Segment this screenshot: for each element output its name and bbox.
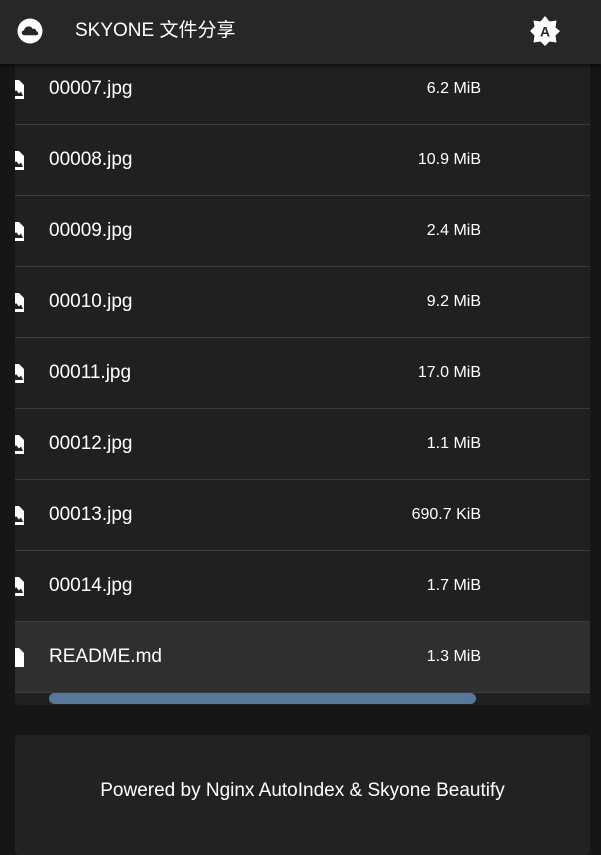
image-file-icon xyxy=(15,435,24,454)
file-size: 1.7 MiB xyxy=(426,577,481,594)
file-size: 1.3 MiB xyxy=(426,648,481,665)
file-name[interactable]: 00014.jpg xyxy=(49,574,132,598)
file-name[interactable]: 00009.jpg xyxy=(49,219,132,243)
footer: Powered by Nginx AutoIndex & Skyone Beau… xyxy=(15,735,590,855)
image-file-icon xyxy=(15,364,24,383)
theme-letter: A xyxy=(540,24,550,40)
file-name[interactable]: 00010.jpg xyxy=(49,290,132,314)
image-file-icon xyxy=(15,80,24,99)
file-size: 6.2 MiB xyxy=(426,80,481,97)
file-name[interactable]: 00008.jpg xyxy=(49,148,132,172)
file-size: 9.2 MiB xyxy=(426,293,481,310)
file-row[interactable]: README.md 1.3 MiB xyxy=(15,622,590,693)
file-list: 00007.jpg 6.2 MiB 00008.jpg 10.9 MiB 00009.j… xyxy=(15,54,590,705)
file-size: 2.4 MiB xyxy=(426,222,481,239)
file-row[interactable]: 00011.jpg 17.0 MiB xyxy=(15,338,590,409)
file-row[interactable]: 00014.jpg 1.7 MiB xyxy=(15,551,590,622)
horizontal-scrollbar[interactable] xyxy=(49,693,476,704)
app-bar: SKYONE 文件分享 A xyxy=(0,0,601,64)
cloud-icon[interactable] xyxy=(16,18,44,44)
file-row[interactable]: 00012.jpg 1.1 MiB xyxy=(15,409,590,480)
file-size: 10.9 MiB xyxy=(417,151,481,168)
file-size: 1.1 MiB xyxy=(426,435,481,452)
document-file-icon xyxy=(15,648,24,667)
page-title: SKYONE 文件分享 xyxy=(75,20,236,41)
file-name[interactable]: 00013.jpg xyxy=(49,503,132,527)
file-row[interactable]: 00009.jpg 2.4 MiB xyxy=(15,196,590,267)
file-size: 17.0 MiB xyxy=(417,364,481,381)
file-name[interactable]: README.md xyxy=(49,645,162,669)
file-name[interactable]: 00011.jpg xyxy=(49,361,131,385)
image-file-icon xyxy=(15,506,24,525)
image-file-icon xyxy=(15,293,24,312)
file-row[interactable]: 00008.jpg 10.9 MiB xyxy=(15,125,590,196)
file-name[interactable]: 00012.jpg xyxy=(49,432,132,456)
brightness-auto-icon[interactable]: A xyxy=(526,12,564,50)
file-row[interactable]: 00010.jpg 9.2 MiB xyxy=(15,267,590,338)
image-file-icon xyxy=(15,151,24,170)
image-file-icon xyxy=(15,222,24,241)
file-size: 690.7 KiB xyxy=(411,506,481,523)
file-row[interactable]: 00007.jpg 6.2 MiB xyxy=(15,54,590,125)
footer-text: Powered by Nginx AutoIndex & Skyone Beau… xyxy=(100,780,505,801)
image-file-icon xyxy=(15,577,24,596)
file-row[interactable]: 00013.jpg 690.7 KiB xyxy=(15,480,590,551)
file-name[interactable]: 00007.jpg xyxy=(49,77,132,101)
